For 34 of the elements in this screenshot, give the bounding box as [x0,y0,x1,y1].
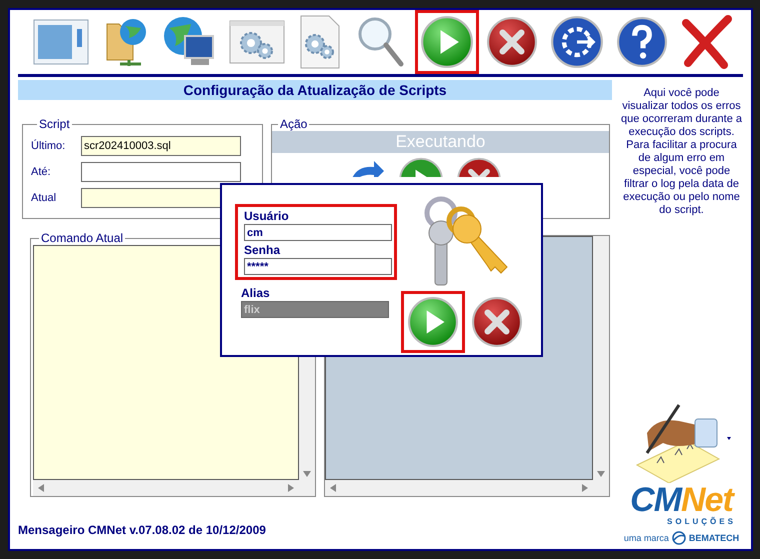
section-title: Configuração da Atualização de Scripts [18,80,612,100]
brand-name: BEMATECH [688,533,740,543]
scroll-right-arrow-icon[interactable] [287,483,295,493]
field-label: Atual [31,192,58,204]
field-label: Usuário [244,209,290,224]
group-label: Ação [279,117,308,131]
status-bar: Executando [272,131,609,153]
version-label: Mensageiro CMNet v.07.08.02 de 10/12/2009 [18,523,267,537]
group-label: Script [38,117,71,131]
input-field[interactable]: ***** [244,258,392,275]
input-field[interactable] [81,162,241,182]
brand-logo-icon [672,531,686,545]
field-label: Último: [31,140,66,152]
logo-tagline: SOLUÇÕES [667,517,736,526]
brand-note: uma marca [624,533,669,543]
field-label: Até: [31,166,52,178]
scroll-right-arrow-icon[interactable] [581,483,589,493]
close-icon[interactable] [680,15,734,69]
group-label: Comando Atual [40,231,124,245]
window-icon[interactable] [33,17,89,67]
cancel-icon[interactable] [486,16,538,68]
confirm-button[interactable] [407,296,459,348]
restore-icon[interactable] [550,15,604,69]
field-label: Senha [244,243,282,258]
field-label: Alias [241,286,271,301]
input-field[interactable]: cm [244,224,392,241]
logo-wordmark: CMNet [630,483,733,517]
scroll-left-arrow-icon[interactable] [329,483,337,493]
input-field[interactable]: scr202410003.sql [81,136,241,156]
help-icon[interactable] [616,16,668,68]
play-icon[interactable] [420,15,474,69]
scroll-left-arrow-icon[interactable] [37,483,45,493]
help-text: Aqui você pode visualizar todos os erros que ocorreram durante a execução dos scripts. Para facilitar a procura de algum erro em especial, você pode filtrar o log pela data de execução ou pelo nome do script. [620,87,744,217]
cancel-button[interactable] [471,296,523,348]
